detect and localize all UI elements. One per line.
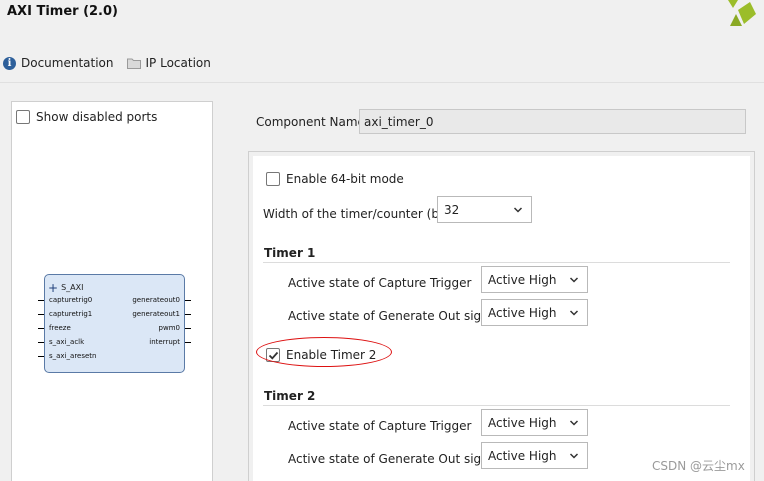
pin-line [38, 356, 44, 357]
documentation-button[interactable]: i Documentation [3, 56, 114, 70]
s-axi-bus[interactable]: + S_AXI [48, 282, 84, 294]
timer1-divider [263, 262, 730, 263]
watermark: CSDN @云尘mx [652, 459, 745, 473]
ip-location-button[interactable]: IP Location [126, 56, 211, 70]
pin-line [38, 300, 44, 301]
timer2-generate-value: Active High [488, 448, 557, 463]
pin-line [38, 342, 44, 343]
timer2-capture-value: Active High [488, 415, 557, 430]
port-interrupt[interactable]: interrupt [149, 338, 180, 346]
port-s-axi-aclk[interactable]: s_axi_aclk [49, 338, 84, 346]
timer2-generate-select[interactable]: Active High [481, 442, 588, 469]
timer2-title: Timer 2 [264, 389, 316, 403]
window-title: AXI Timer (2.0) [7, 4, 118, 19]
pin-line [38, 328, 44, 329]
toolbar-divider [0, 82, 764, 83]
port-freeze[interactable]: freeze [49, 324, 71, 332]
port-generateout1[interactable]: generateout1 [132, 310, 180, 318]
pin-line [185, 300, 191, 301]
checkbox-box [16, 110, 30, 124]
port-generateout0[interactable]: generateout0 [132, 296, 180, 304]
timer2-generate-label: Active state of Generate Out signal [288, 452, 500, 466]
timer1-generate-label: Active state of Generate Out signal [288, 309, 500, 323]
s-axi-bus-label: S_AXI [61, 283, 84, 292]
port-pwm0[interactable]: pwm0 [159, 324, 180, 332]
timer1-capture-value: Active High [488, 272, 557, 287]
chevron-down-icon [569, 276, 579, 283]
timer2-capture-label: Active state of Capture Trigger [288, 419, 472, 433]
pin-line [38, 314, 44, 315]
timer-width-select[interactable]: 32 [437, 196, 532, 223]
chevron-down-icon [569, 309, 579, 316]
enable-timer2-checkbox[interactable]: Enable Timer 2 [266, 348, 376, 362]
documentation-label: Documentation [21, 56, 114, 70]
enable-64bit-label: Enable 64-bit mode [286, 172, 404, 186]
timer1-capture-select[interactable]: Active High [481, 266, 588, 293]
settings-panel: Enable 64-bit mode Width of the timer/co… [248, 151, 755, 481]
ip-location-label: IP Location [145, 56, 211, 70]
show-disabled-ports-checkbox[interactable]: Show disabled ports [16, 110, 157, 124]
pin-line [185, 314, 191, 315]
timer2-divider [263, 405, 730, 406]
timer1-capture-label: Active state of Capture Trigger [288, 276, 472, 290]
timer-width-label: Width of the timer/counter (bits) [263, 207, 458, 221]
folder-icon [126, 58, 141, 69]
pin-line [185, 328, 191, 329]
timer1-generate-value: Active High [488, 305, 557, 320]
timer1-title: Timer 1 [264, 246, 316, 260]
pin-line [185, 342, 191, 343]
info-icon: i [3, 56, 16, 70]
ip-block-symbol: + S_AXI capturetrig0 capturetrig1 freeze… [38, 274, 191, 373]
show-disabled-ports-label: Show disabled ports [36, 110, 158, 124]
enable-64bit-checkbox[interactable]: Enable 64-bit mode [266, 172, 404, 186]
toolbar: i Documentation IP Location [0, 50, 764, 76]
port-capturetrig1[interactable]: capturetrig1 [49, 310, 92, 318]
port-s-axi-aresetn[interactable]: s_axi_aresetn [49, 352, 96, 360]
component-name-input[interactable]: axi_timer_0 [359, 109, 746, 134]
settings-content: Enable 64-bit mode Width of the timer/co… [253, 156, 750, 481]
timer1-generate-select[interactable]: Active High [481, 299, 588, 326]
chevron-down-icon [569, 452, 579, 459]
timer-width-value: 32 [444, 202, 460, 217]
component-name-label: Component Name [256, 115, 365, 129]
checkmark-icon [268, 351, 278, 360]
vendor-logo [728, 0, 756, 26]
checkbox-box [266, 172, 280, 186]
enable-timer2-label: Enable Timer 2 [286, 348, 377, 362]
expand-plus-icon[interactable]: + [48, 282, 58, 294]
port-capturetrig0[interactable]: capturetrig0 [49, 296, 92, 304]
timer2-capture-select[interactable]: Active High [481, 409, 588, 436]
checkbox-box [266, 348, 280, 362]
ip-symbol-panel: Show disabled ports + S_AXI capturetrig0… [11, 101, 213, 481]
chevron-down-icon [569, 419, 579, 426]
chevron-down-icon [513, 206, 523, 213]
